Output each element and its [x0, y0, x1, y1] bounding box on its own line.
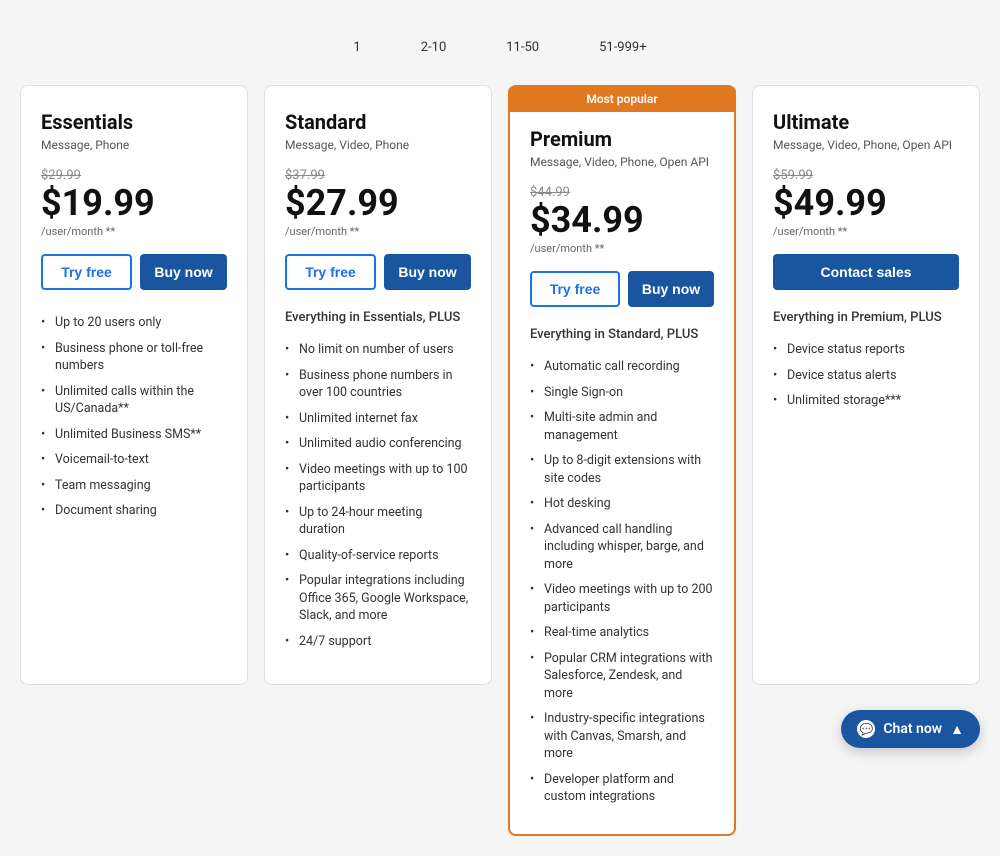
- user-count-tab[interactable]: 1: [353, 40, 360, 55]
- buy-now-button[interactable]: Buy now: [628, 271, 714, 307]
- buy-now-button[interactable]: Buy now: [384, 254, 471, 290]
- popular-badge: Most popular: [508, 86, 736, 112]
- action-buttons: Try free Buy now: [285, 254, 471, 290]
- user-count-tab[interactable]: 51-999+: [599, 40, 647, 55]
- plan-subtitle: Message, Phone: [41, 138, 227, 152]
- feature-item: Automatic call recording: [530, 354, 714, 380]
- original-price: $29.99: [41, 168, 227, 183]
- feature-item: Developer platform and custom integratio…: [530, 767, 714, 810]
- feature-item: Single Sign-on: [530, 380, 714, 406]
- plan-name: Essentials: [41, 110, 227, 134]
- plan-card-essentials: Essentials Message, Phone $29.99 $19.99/use…: [20, 85, 248, 685]
- everything-plus: Everything in Premium, PLUS: [773, 310, 959, 325]
- feature-item: Unlimited storage***: [773, 388, 959, 414]
- feature-item: Up to 24-hour meeting duration: [285, 500, 471, 543]
- chat-bubble[interactable]: Chat now ▲: [841, 710, 980, 748]
- feature-item: Real-time analytics: [530, 620, 714, 646]
- chat-label: Chat now: [883, 721, 942, 737]
- everything-plus: Everything in Essentials, PLUS: [285, 310, 471, 325]
- plan-name: Ultimate: [773, 110, 959, 134]
- plan-subtitle: Message, Video, Phone, Open API: [530, 155, 714, 169]
- plan-name: Premium: [530, 127, 714, 151]
- feature-item: Document sharing: [41, 498, 227, 524]
- everything-plus: Everything in Standard, PLUS: [530, 327, 714, 342]
- feature-item: Unlimited audio conferencing: [285, 431, 471, 457]
- try-free-button[interactable]: Try free: [285, 254, 376, 290]
- chat-icon: [857, 720, 875, 738]
- original-price: $59.99: [773, 168, 959, 183]
- feature-item: Team messaging: [41, 473, 227, 499]
- feature-item: 24/7 support: [285, 629, 471, 655]
- feature-item: Quality-of-service reports: [285, 543, 471, 569]
- feature-item: Video meetings with up to 100 participan…: [285, 457, 471, 500]
- feature-item: Unlimited Business SMS**: [41, 422, 227, 448]
- plan-card-standard: Standard Message, Video, Phone $37.99 $27.9…: [264, 85, 492, 685]
- current-price: $49.99: [773, 185, 959, 221]
- feature-item: Up to 8-digit extensions with site codes: [530, 448, 714, 491]
- action-buttons: Try free Buy now: [530, 271, 714, 307]
- feature-item: Video meetings with up to 200 participan…: [530, 577, 714, 620]
- plan-name: Standard: [285, 110, 471, 134]
- plan-card-premium: Most popular Premium Message, Video, Phone…: [508, 85, 736, 836]
- feature-item: Advanced call handling including whisper…: [530, 517, 714, 578]
- plans-container: Essentials Message, Phone $29.99 $19.99/use…: [20, 85, 980, 836]
- features-list: Device status reportsDevice status alert…: [773, 337, 959, 414]
- price-note: /user/month **: [285, 225, 471, 238]
- price-note: /user/month **: [773, 225, 959, 238]
- feature-item: No limit on number of users: [285, 337, 471, 363]
- current-price: $27.99: [285, 185, 471, 221]
- feature-item: Device status alerts: [773, 363, 959, 389]
- price-note: /user/month **: [41, 225, 227, 238]
- feature-item: Up to 20 users only: [41, 310, 227, 336]
- try-free-button[interactable]: Try free: [530, 271, 620, 307]
- user-count-tabs: 1 2-10 11-50 51-999+: [20, 40, 980, 55]
- chevron-up-icon: ▲: [950, 721, 964, 738]
- feature-item: Business phone or toll-free numbers: [41, 336, 227, 379]
- features-list: No limit on number of usersBusiness phon…: [285, 337, 471, 654]
- plan-card-ultimate: Ultimate Message, Video, Phone, Open API $…: [752, 85, 980, 685]
- current-price: $34.99: [530, 202, 714, 238]
- current-price: $19.99: [41, 185, 227, 221]
- try-free-button[interactable]: Try free: [41, 254, 132, 290]
- user-count-tab[interactable]: 11-50: [506, 40, 539, 55]
- feature-item: Popular integrations including Office 36…: [285, 568, 471, 629]
- buy-now-button[interactable]: Buy now: [140, 254, 227, 290]
- feature-item: Unlimited calls within the US/Canada**: [41, 379, 227, 422]
- plan-subtitle: Message, Video, Phone: [285, 138, 471, 152]
- features-list: Automatic call recordingSingle Sign-onMu…: [530, 354, 714, 810]
- feature-item: Unlimited internet fax: [285, 406, 471, 432]
- feature-item: Device status reports: [773, 337, 959, 363]
- features-list: Up to 20 users onlyBusiness phone or tol…: [41, 310, 227, 524]
- original-price: $44.99: [530, 185, 714, 200]
- original-price: $37.99: [285, 168, 471, 183]
- feature-item: Industry-specific integrations with Canv…: [530, 706, 714, 767]
- feature-item: Popular CRM integrations with Salesforce…: [530, 646, 714, 707]
- feature-item: Business phone numbers in over 100 count…: [285, 363, 471, 406]
- feature-item: Multi-site admin and management: [530, 405, 714, 448]
- feature-item: Voicemail-to-text: [41, 447, 227, 473]
- price-note: /user/month **: [530, 242, 714, 255]
- action-buttons: Try free Buy now: [41, 254, 227, 290]
- contact-sales-button[interactable]: Contact sales: [773, 254, 959, 290]
- user-count-tab[interactable]: 2-10: [421, 40, 447, 55]
- plan-subtitle: Message, Video, Phone, Open API: [773, 138, 959, 152]
- feature-item: Hot desking: [530, 491, 714, 517]
